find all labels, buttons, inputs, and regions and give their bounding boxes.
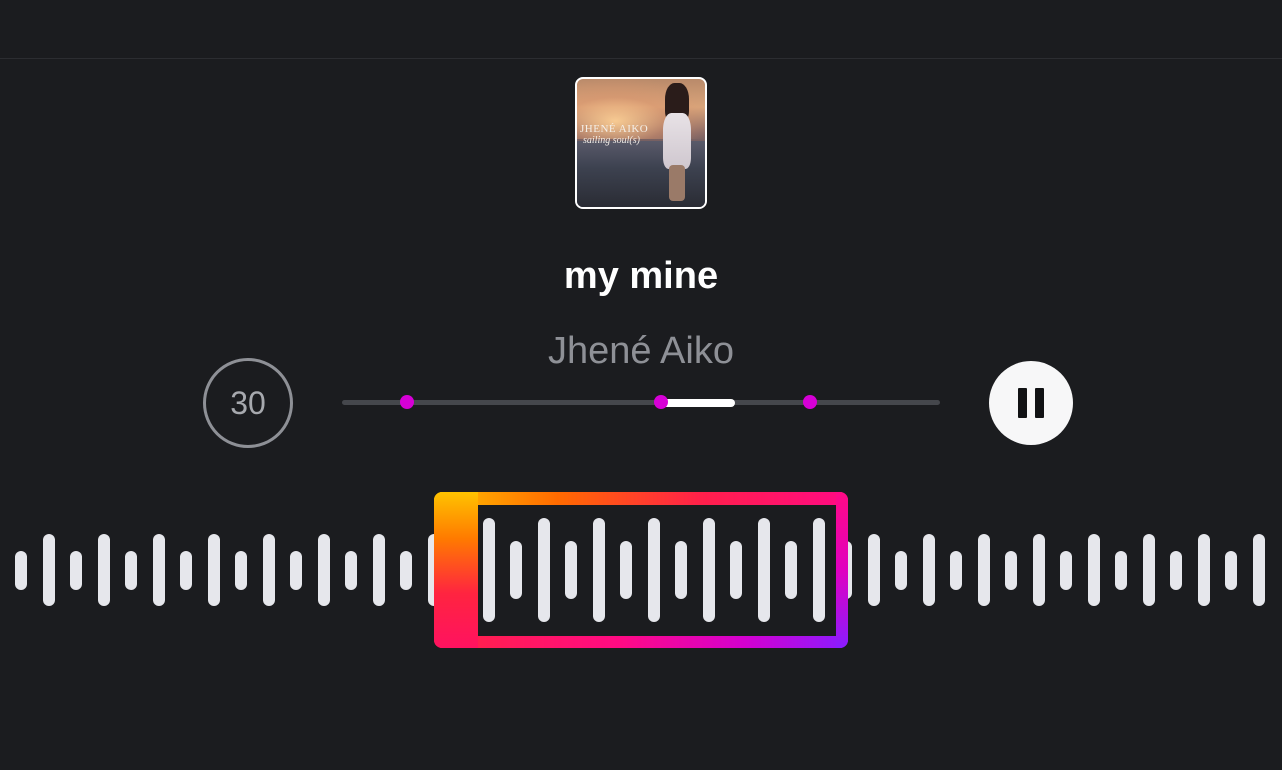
album-art-figure — [659, 83, 695, 203]
waveform-bar — [400, 550, 412, 590]
waveform-bar — [702, 518, 715, 622]
progress-marker[interactable] — [400, 395, 415, 409]
waveform-bar — [235, 550, 247, 590]
waveform-bar — [152, 534, 165, 606]
waveform-bar — [207, 534, 220, 606]
waveform-bar — [620, 540, 632, 600]
waveform-bar — [730, 540, 742, 600]
waveform-bar — [1252, 534, 1265, 606]
waveform-bar — [42, 534, 55, 606]
waveform-bar — [812, 518, 825, 622]
album-art: JHENÉ AIKO sailing soul(s) — [575, 77, 707, 209]
progress-played — [661, 399, 736, 407]
waveform-bar — [867, 534, 880, 606]
waveform-bar — [262, 534, 275, 606]
waveform-bar — [950, 550, 962, 590]
waveform[interactable] — [0, 480, 1282, 660]
waveform-bar — [895, 550, 907, 590]
waveform-bar — [482, 518, 495, 622]
waveform-bar — [1142, 534, 1155, 606]
waveform-bar — [1115, 550, 1127, 590]
waveform-bar — [510, 540, 522, 600]
waveform-bar — [1032, 534, 1045, 606]
waveform-bar — [345, 550, 357, 590]
waveform-bar — [757, 518, 770, 622]
waveform-bar — [1197, 534, 1210, 606]
waveform-bar — [977, 534, 990, 606]
waveform-bar — [317, 534, 330, 606]
waveform-bar — [1225, 550, 1237, 590]
trim-frame-top — [434, 492, 848, 505]
skip-30-label: 30 — [230, 384, 266, 421]
waveform-bar — [1087, 534, 1100, 606]
waveform-bar — [372, 534, 385, 606]
music-clip-editor: JHENÉ AIKO sailing soul(s) my mine Jhené… — [0, 0, 1282, 770]
album-art-title: JHENÉ AIKO — [580, 123, 649, 135]
waveform-bar — [97, 534, 110, 606]
waveform-bar — [592, 518, 605, 622]
waveform-bar — [70, 550, 82, 590]
waveform-bar — [785, 540, 797, 600]
track-title: my mine — [563, 255, 719, 297]
pause-icon — [1018, 388, 1044, 418]
waveform-bar — [565, 540, 577, 600]
waveform-bar — [647, 518, 660, 622]
progress-marker[interactable] — [653, 395, 668, 409]
trim-frame-bottom — [434, 636, 848, 648]
waveform-bar — [15, 550, 27, 590]
waveform-bar — [675, 540, 687, 600]
waveform-bar — [290, 550, 302, 590]
trim-handle-left[interactable] — [434, 492, 478, 648]
top-divider — [0, 58, 1282, 59]
waveform-bar — [1005, 550, 1017, 590]
waveform-bar — [922, 534, 935, 606]
waveform-bar — [1060, 550, 1072, 590]
progress-marker[interactable] — [803, 395, 818, 409]
waveform-bar — [125, 550, 137, 590]
pause-button[interactable] — [989, 361, 1073, 445]
trim-handle-right[interactable] — [836, 492, 848, 648]
progress-slider[interactable] — [342, 395, 940, 409]
track-artist: Jhené Aiko — [548, 330, 734, 372]
skip-30-button[interactable]: 30 — [203, 358, 293, 448]
waveform-bar — [537, 518, 550, 622]
album-art-subtitle: sailing soul(s) — [583, 135, 640, 146]
waveform-bar — [1170, 550, 1182, 590]
waveform-bar — [180, 550, 192, 590]
